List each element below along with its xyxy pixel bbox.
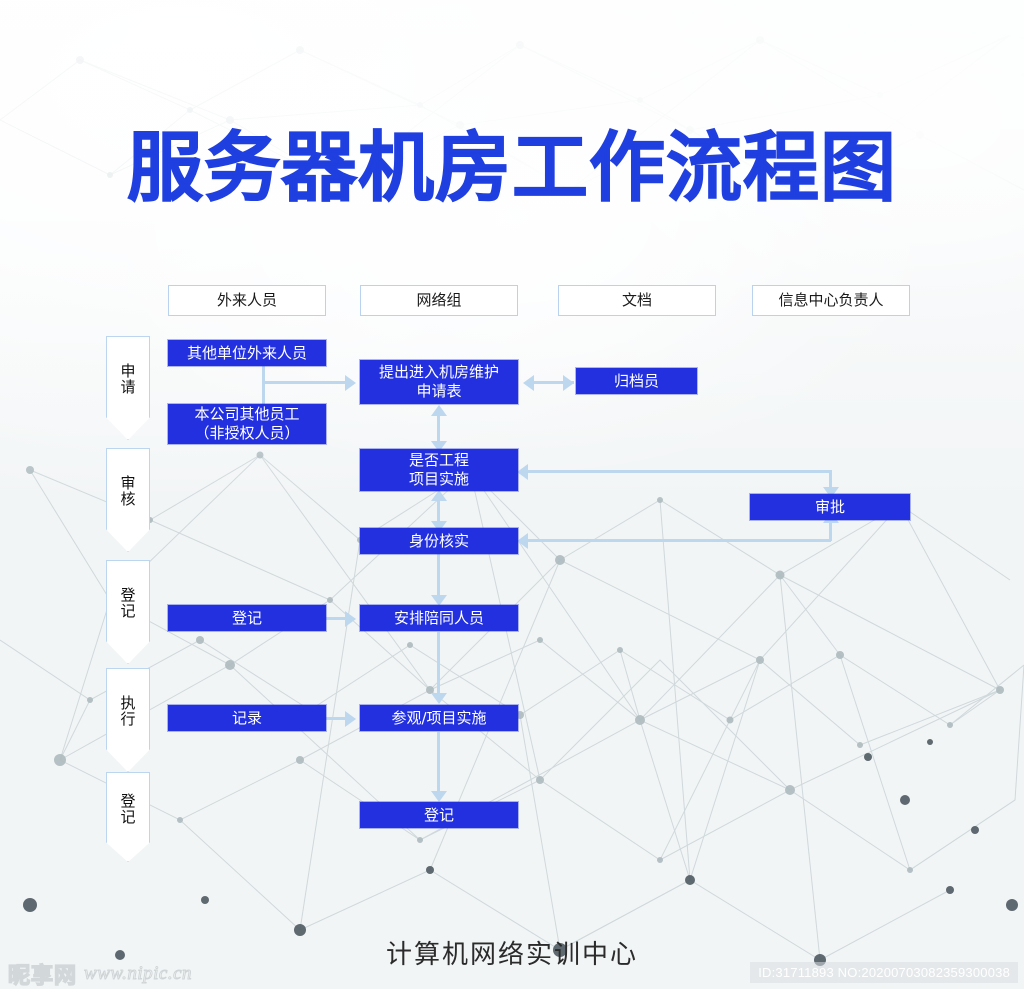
- arrowhead-up-to-is-project: [431, 490, 447, 501]
- connector-employee-to-junction: [262, 382, 265, 406]
- watermark-url: www.nipic.cn: [84, 963, 193, 985]
- connector-record-to-visit: [326, 717, 347, 720]
- box-register-2[interactable]: 登记: [360, 802, 518, 828]
- watermark-id: ID:31711893 NO:20200703082359300038: [750, 962, 1018, 983]
- watermark-logo: 昵享网: [7, 963, 78, 989]
- arrowhead-to-archivist: [563, 375, 574, 391]
- phase-apply: 申请: [106, 336, 150, 440]
- page-title: 服务器机房工作流程图: [127, 123, 897, 212]
- box-register-1[interactable]: 登记: [168, 605, 326, 631]
- connector-register1-to-escort: [326, 617, 347, 620]
- connector-junction-to-apply: [262, 381, 347, 384]
- arrowhead-to-arrange-escort-right: [345, 611, 356, 627]
- box-other-unit-outsider[interactable]: 其他单位外来人员: [168, 340, 326, 366]
- box-arrange-escort[interactable]: 安排陪同人员: [360, 605, 518, 631]
- box-is-project-implementation[interactable]: 是否工程 项目实施: [360, 449, 518, 491]
- connector-identity-to-escort: [437, 554, 440, 598]
- phase-register-1: 登记: [106, 560, 150, 664]
- arrowhead-to-identity-left: [517, 533, 528, 549]
- connector-approval-to-identity-h: [527, 539, 831, 542]
- arrowhead-to-visit-implement: [431, 693, 447, 704]
- phase-label: 登记: [118, 792, 137, 825]
- phase-review: 审核: [106, 448, 150, 552]
- box-identity-check[interactable]: 身份核实: [360, 528, 518, 554]
- phase-execute: 执行: [106, 668, 150, 772]
- column-header-outsider: 外来人员: [168, 285, 326, 316]
- watermark-left: 昵享网 www.nipic.cn: [7, 958, 193, 989]
- box-apply-form[interactable]: 提出进入机房维护 申请表: [360, 360, 518, 404]
- poster-canvas: 服务器机房工作流程图 外来人员 网络组 文档 信息中心负责人 申请 审核 登记 …: [0, 0, 1024, 989]
- phase-register-2: 登记: [106, 772, 150, 862]
- column-header-network-group: 网络组: [360, 285, 518, 316]
- column-header-info-center-lead: 信息中心负责人: [752, 285, 910, 316]
- phase-label: 审核: [118, 474, 137, 507]
- connector-escort-to-visit: [437, 632, 440, 696]
- phase-label: 登记: [118, 586, 137, 619]
- box-company-employee[interactable]: 本公司其他员工 （非授权人员）: [168, 404, 326, 444]
- arrowhead-to-visit-right: [345, 711, 356, 727]
- column-header-document: 文档: [558, 285, 716, 316]
- arrowhead-to-register-2: [431, 791, 447, 802]
- connector-is-project-to-approval-h: [527, 470, 831, 473]
- arrowhead-to-apply-form: [345, 375, 356, 391]
- connector-visit-to-register2: [437, 732, 440, 794]
- phase-label: 申请: [118, 362, 137, 395]
- box-approval[interactable]: 审批: [750, 494, 910, 520]
- box-visit-implement[interactable]: 参观/项目实施: [360, 705, 518, 731]
- box-record[interactable]: 记录: [168, 705, 326, 731]
- arrowhead-to-apply-form-left: [523, 375, 534, 391]
- box-archivist[interactable]: 归档员: [576, 368, 697, 394]
- arrowhead-to-is-project-left: [517, 464, 528, 480]
- phase-label: 执行: [118, 694, 137, 727]
- arrowhead-up-to-apply-form: [431, 405, 447, 416]
